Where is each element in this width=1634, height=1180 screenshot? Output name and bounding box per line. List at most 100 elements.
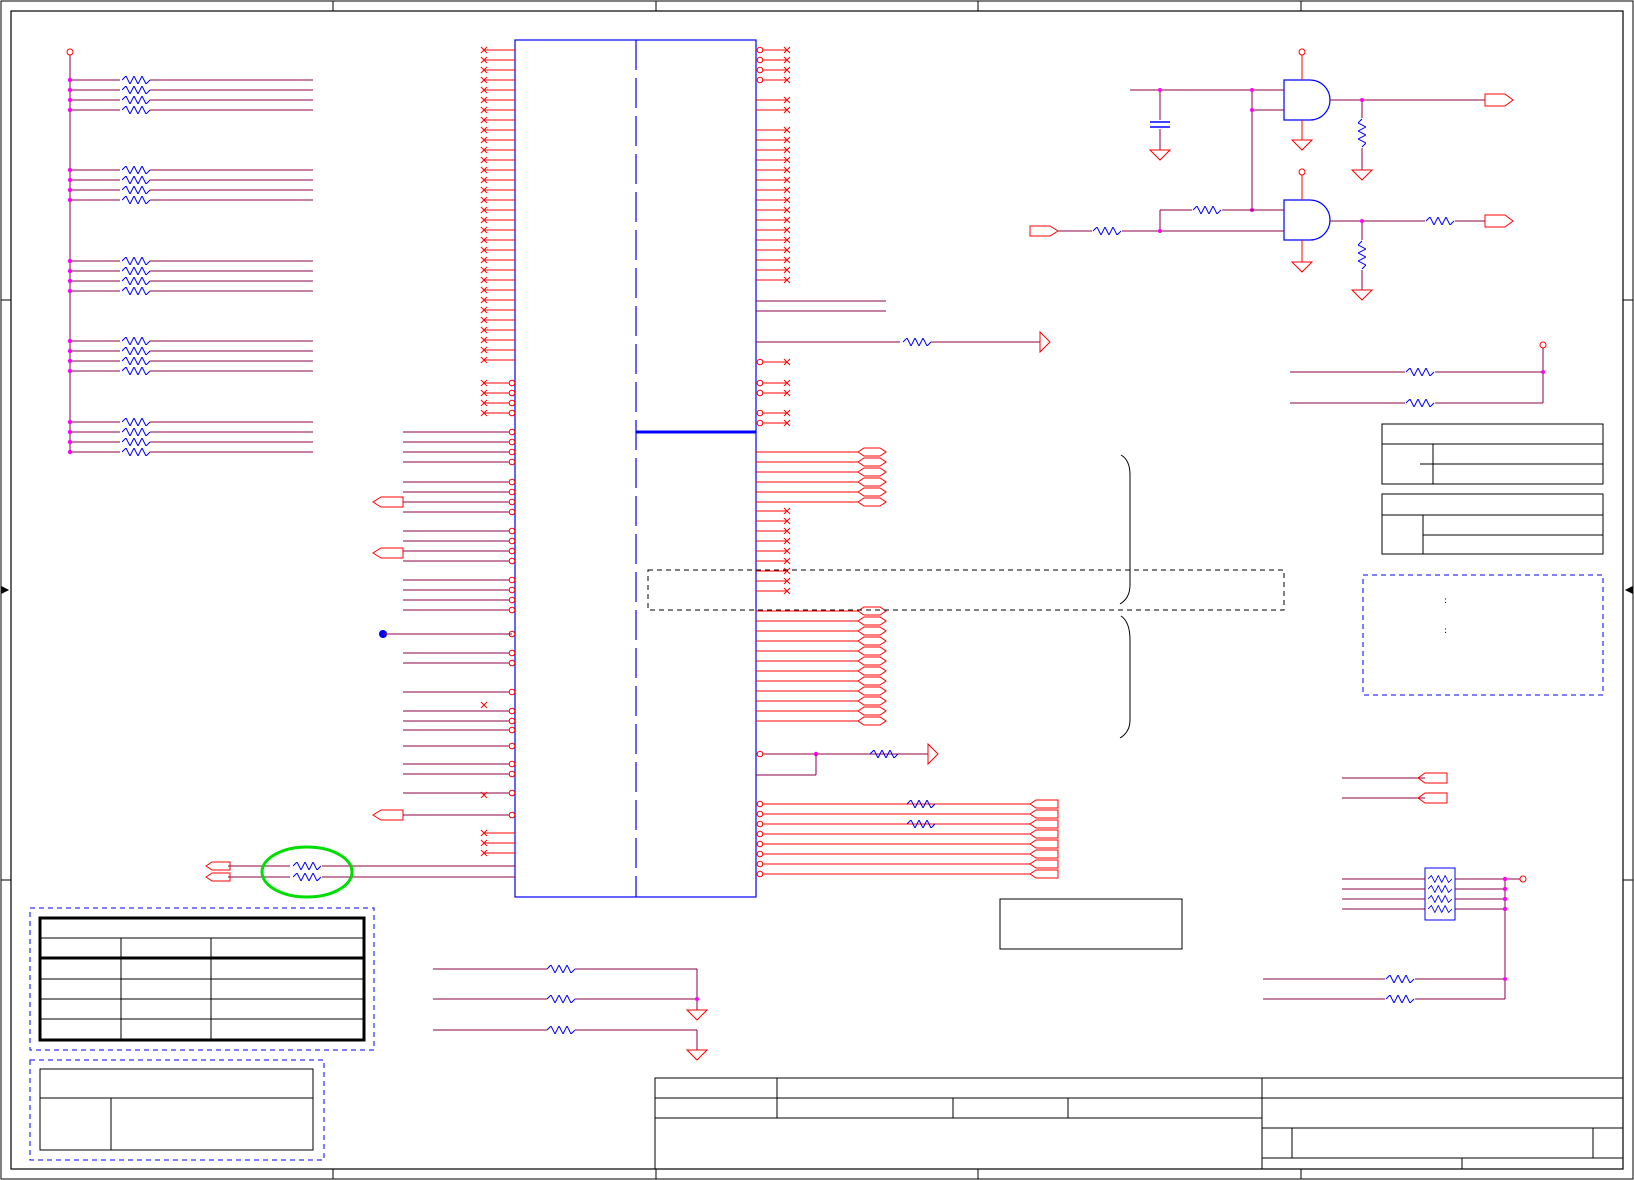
pin-circle — [756, 66, 764, 74]
junction-dot — [67, 167, 73, 173]
pin-circle — [508, 586, 516, 594]
resistor-pack-bank — [66, 48, 313, 456]
offpage-connector-icon — [205, 872, 231, 882]
pin-circle — [508, 508, 516, 516]
resistor-icon — [122, 418, 150, 426]
bidir-connector-icon — [857, 447, 887, 457]
bidir-connector-icon — [1029, 839, 1059, 849]
resistor-icon — [293, 873, 321, 881]
junction-dot — [67, 358, 73, 364]
info-table-1 — [1381, 423, 1604, 485]
pin-circle — [508, 537, 516, 545]
resistor-icon — [122, 186, 150, 194]
note-box-center — [999, 898, 1183, 950]
ground-icon — [685, 1009, 709, 1021]
bidir-connector-icon — [857, 606, 887, 616]
junction-dot — [67, 258, 73, 264]
pin-circle — [508, 478, 516, 486]
pin-circle — [508, 649, 516, 657]
offpage-connector-icon — [927, 742, 939, 766]
resistor-icon — [122, 176, 150, 184]
resistor-icon — [122, 337, 150, 345]
note-colon-1: : — [1444, 596, 1447, 606]
junction-dot — [67, 278, 73, 284]
pin-circle — [756, 850, 764, 858]
pin-circle — [508, 726, 516, 734]
capacitor-icon — [1150, 121, 1170, 128]
resistor-icon — [1428, 885, 1452, 893]
resistor-icon — [122, 267, 150, 275]
junction-dot — [67, 177, 73, 183]
resistor-icon — [122, 277, 150, 285]
junction-dot — [67, 368, 73, 374]
pin-circle — [756, 389, 764, 397]
bidir-connector-icon — [857, 696, 887, 706]
bidir-connector-icon — [857, 656, 887, 666]
junction-dot — [67, 197, 73, 203]
pin-circle — [508, 498, 516, 506]
resistor-icon — [122, 287, 150, 295]
offpage-connector-icon — [1484, 214, 1514, 228]
strap-resistors — [433, 965, 709, 1061]
pin-circle — [508, 606, 516, 614]
junction-dot — [67, 288, 73, 294]
pin-circle — [508, 389, 516, 397]
bidir-connector-icon — [857, 636, 887, 646]
junction-dot — [67, 97, 73, 103]
pin-circle — [756, 870, 764, 878]
resistor-icon — [1428, 895, 1452, 903]
pin-circle — [508, 458, 516, 466]
junction-dot — [1502, 906, 1508, 912]
offpage-connector-icon — [372, 547, 404, 559]
bidir-connector-icon — [857, 676, 887, 686]
pin-circle — [508, 448, 516, 456]
schematic-sheet: : : — [0, 0, 1634, 1180]
ground-icon — [1290, 261, 1314, 273]
resistor-icon — [122, 428, 150, 436]
bidir-connector-icon — [857, 626, 887, 636]
note-box-right: : : — [1362, 574, 1604, 696]
ground-icon — [1290, 139, 1314, 151]
resistor-icon — [122, 347, 150, 355]
pin-circle — [508, 596, 516, 604]
resistor-icon — [122, 86, 150, 94]
and-gate-circuit — [1029, 48, 1514, 301]
and-gate-icon — [1283, 79, 1331, 121]
drawing-frame — [0, 0, 1634, 1180]
pin-circle — [508, 707, 516, 715]
no-connect-icon — [480, 701, 488, 709]
note-colon-2: : — [1444, 626, 1447, 636]
resistor-icon — [122, 106, 150, 114]
brace-upper — [1119, 454, 1131, 605]
offpage-connector-icon — [1484, 93, 1514, 107]
pin-circle — [756, 750, 764, 758]
junction-dot — [67, 187, 73, 193]
pin-circle — [508, 760, 516, 768]
pin-circle — [756, 419, 764, 427]
junction-dot — [67, 77, 73, 83]
pin-circle — [756, 810, 764, 818]
resistor-icon — [122, 357, 150, 365]
ic-left-nets — [205, 428, 516, 882]
pin-circle — [756, 46, 764, 54]
pin-circle — [508, 717, 516, 725]
junction-dot — [1502, 896, 1508, 902]
pin-circle — [508, 688, 516, 696]
ground-icon — [1350, 169, 1374, 181]
junction-dot — [1502, 886, 1508, 892]
bidir-connector-icon — [857, 666, 887, 676]
bidir-connector-icon — [1029, 809, 1059, 819]
resistor-icon — [293, 862, 321, 870]
pin-circle — [756, 800, 764, 808]
junction-dot — [67, 107, 73, 113]
pin-circle — [508, 770, 516, 778]
pullup-resistors-right — [1290, 341, 1547, 407]
pin-circle — [756, 820, 764, 828]
pin-circle — [508, 488, 516, 496]
bidir-connector-icon — [1029, 869, 1059, 879]
pin-circle — [508, 742, 516, 750]
resistor-icon — [122, 257, 150, 265]
highlight-ring — [260, 845, 354, 899]
resistor-icon — [122, 438, 150, 446]
bidir-connector-icon — [1029, 799, 1059, 809]
